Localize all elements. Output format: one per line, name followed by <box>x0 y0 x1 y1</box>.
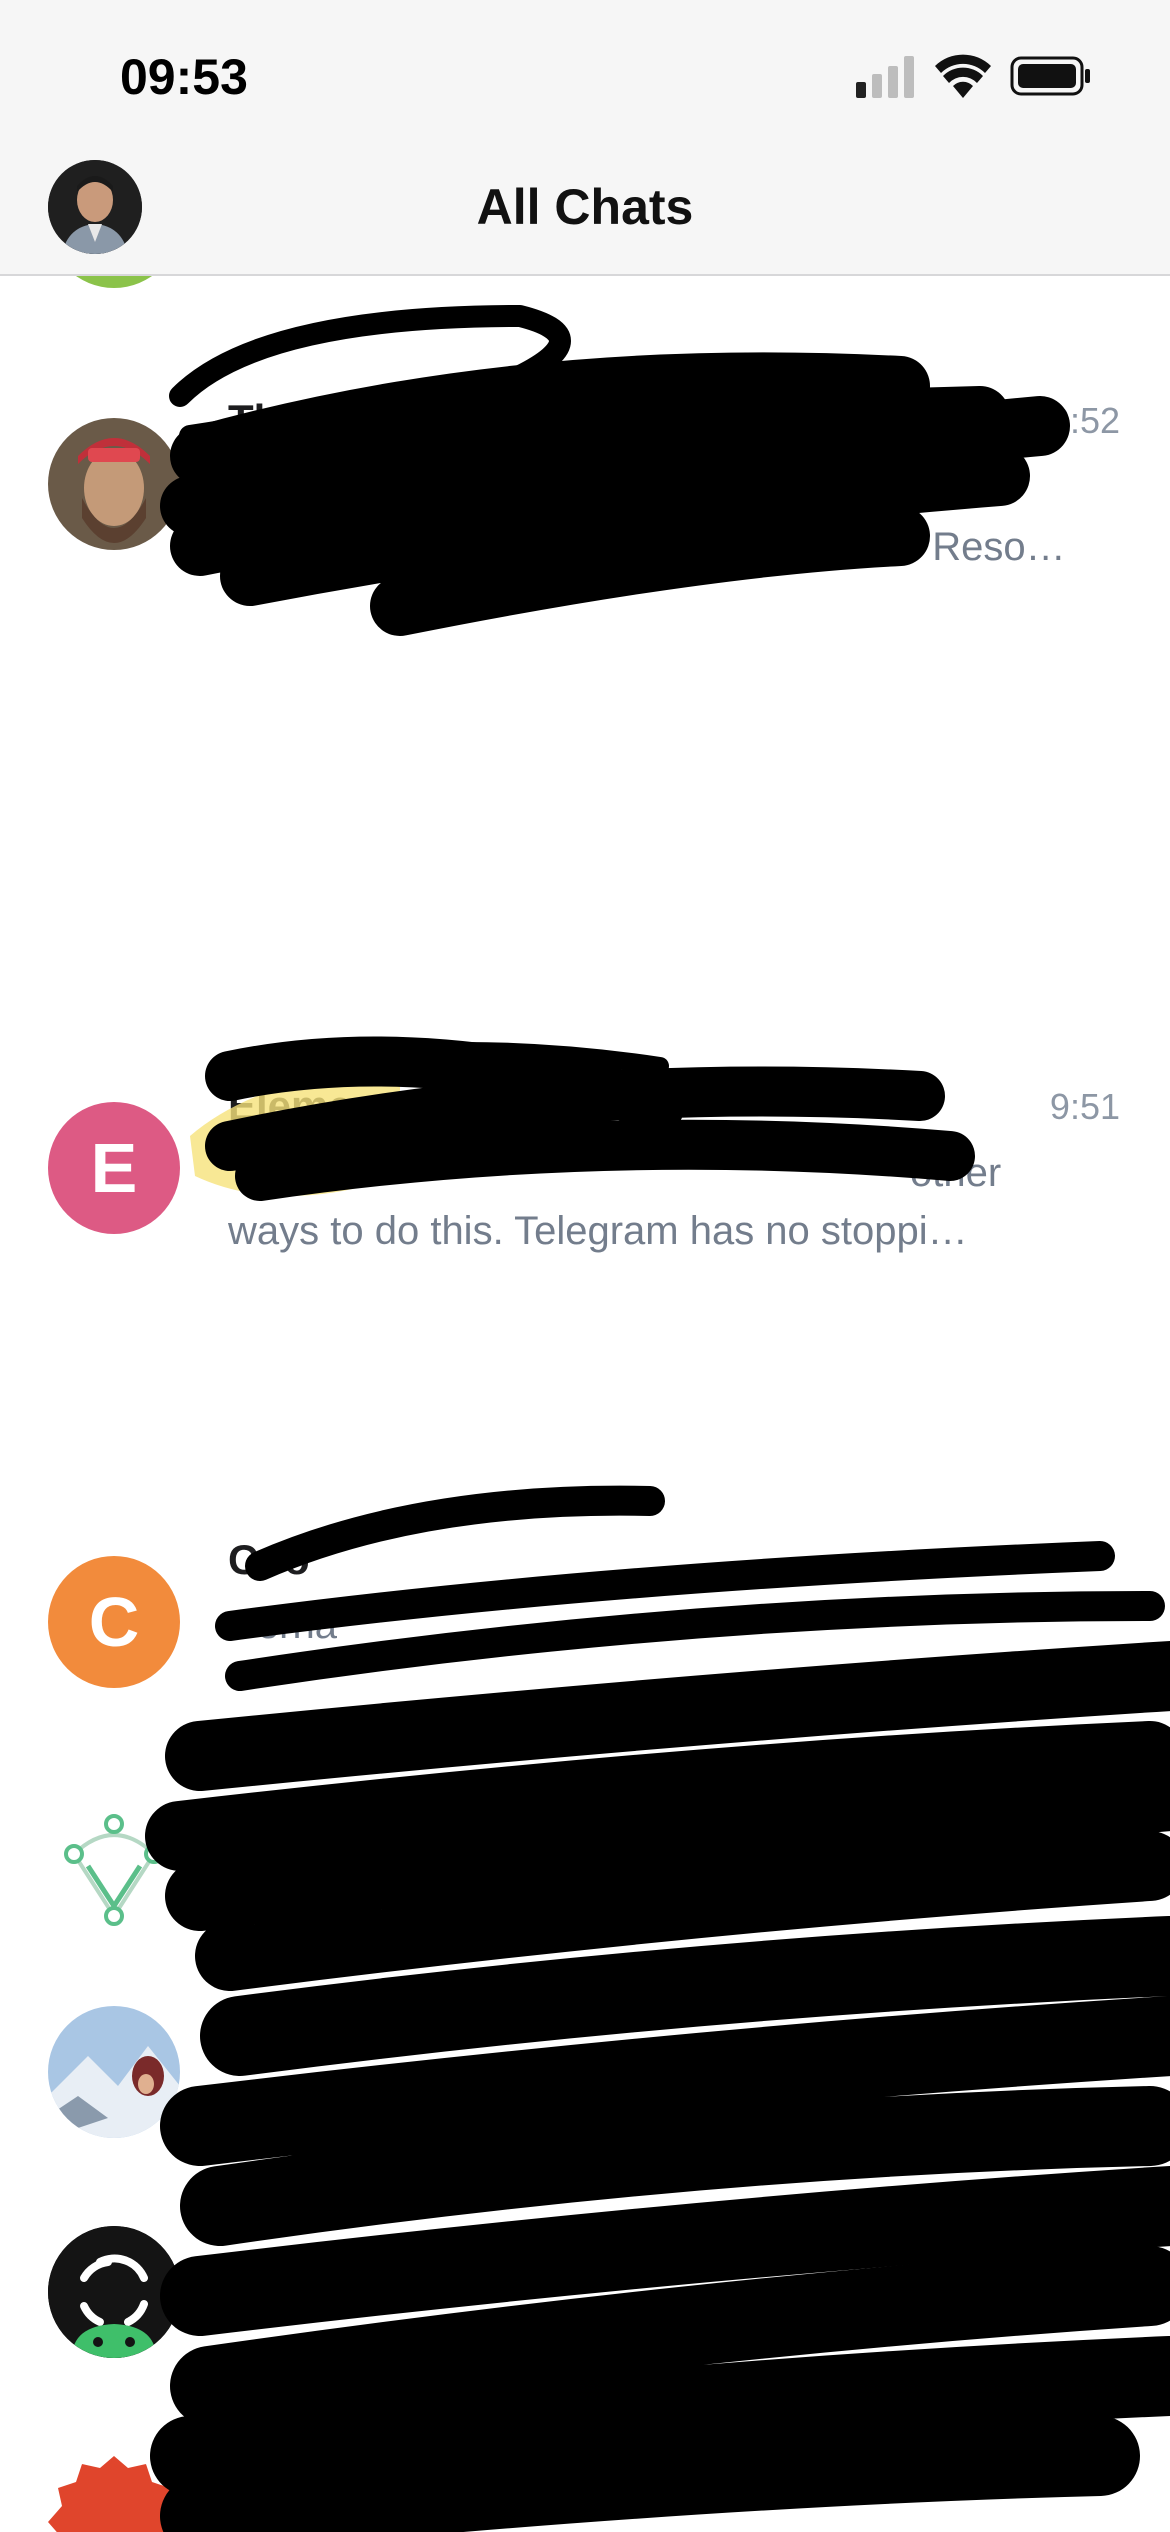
page-title: All Chats <box>476 179 694 235</box>
room-timestamp: 9:52 <box>1049 400 1120 441</box>
room-avatar: M <box>48 276 180 288</box>
room-avatar <box>48 1806 180 1938</box>
room-avatar: C <box>48 1556 180 1688</box>
room-avatar <box>48 2226 180 2358</box>
room-preview-line2-end: elleville Reso… <box>790 525 1066 569</box>
room-row[interactable]: of <box>0 2006 1170 2206</box>
room-row[interactable]: M done <box>0 276 1170 326</box>
room-row[interactable]: C Coo Cerna <box>0 1516 1170 1756</box>
room-timestamp: 9:51 <box>1049 1086 1120 1127</box>
room-list[interactable]: M done The Fl Club 9:52 a 12.1 elleville… <box>0 276 1170 2532</box>
room-avatar <box>48 418 180 550</box>
room-name: The Fl <box>228 396 352 443</box>
room-name-end: Club <box>880 396 974 443</box>
status-time: 09:53 <box>120 49 248 105</box>
room-row[interactable]: 9:40 <box>0 2226 1170 2426</box>
network-shield-icon <box>64 1814 164 1926</box>
room-row[interactable]: display na <box>0 1786 1170 1986</box>
room-avatar <box>48 2456 180 2532</box>
room-row[interactable]: The Fl Club 9:52 a 12.1 elleville Reso… <box>0 376 1170 676</box>
wifi-icon <box>935 54 991 98</box>
room-name-end: onal <box>565 1082 652 1129</box>
room-timestamp: 9:40 <box>1049 2230 1120 2271</box>
room-preview-line2-start: 12.1 <box>228 525 306 569</box>
cellular-signal-icon <box>856 56 914 98</box>
navigation-bar: All Chats <box>0 150 1170 276</box>
room-avatar: E <box>48 1102 180 1234</box>
battery-icon <box>1010 56 1090 96</box>
room-preview-line1: Cerna <box>228 1603 337 1647</box>
mountain-photo-avatar-icon <box>48 2006 180 2138</box>
room-name: Coo <box>228 1536 310 1583</box>
room-name: Elemen <box>228 1082 378 1129</box>
room-avatar <box>48 2006 180 2138</box>
room-preview-line2: display na <box>228 1873 409 1917</box>
room-preview-line2: ways to do this. Telegram has no stoppi… <box>228 1209 968 1253</box>
room-preview-line1: a <box>990 467 1013 511</box>
room-row[interactable]: 9:43 <box>0 2426 1170 2532</box>
status-bar: 09:53 <box>0 0 1170 150</box>
element-android-icon <box>48 2226 180 2358</box>
room-preview-line1: other <box>910 1151 1002 1195</box>
red-badge-avatar-icon <box>48 2456 180 2532</box>
room-row[interactable]: E Elemen onal 9:51 other ways to do this… <box>0 1060 1170 1360</box>
bearded-man-avatar-icon <box>48 418 180 550</box>
room-timestamp: 9:43 <box>1049 2430 1120 2471</box>
room-preview-line1: of <box>985 2037 1019 2081</box>
